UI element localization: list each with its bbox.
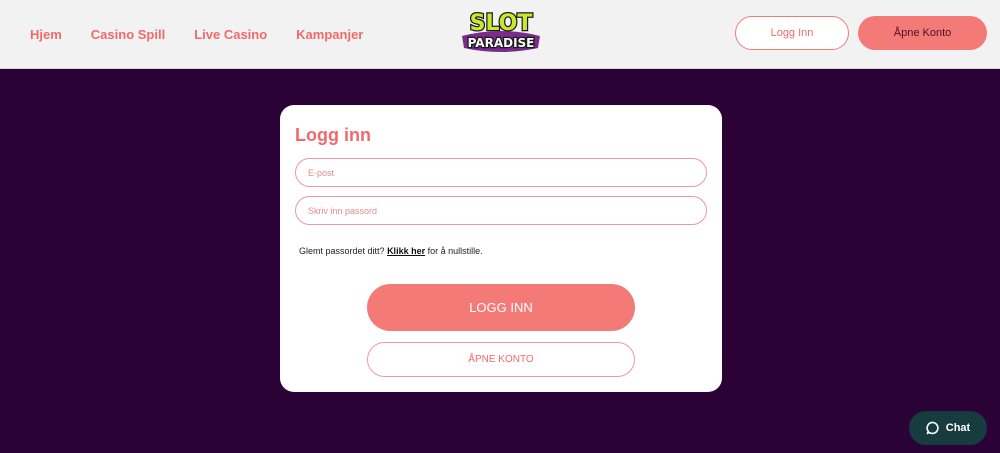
forgot-suffix: for å nullstille. (427, 246, 483, 256)
nav-item-campaigns[interactable]: Kampanjer (296, 27, 363, 42)
slot-paradise-logo[interactable]: SLOT PARADISE (458, 6, 544, 54)
forgot-prefix: Glemt passordet ditt? (299, 246, 385, 256)
forgot-password-text: Glemt passordet ditt? Klikk her for å nu… (299, 246, 483, 256)
login-title: Logg inn (295, 125, 371, 145)
chat-label: Chat (945, 422, 971, 434)
header-login-button[interactable]: Logg Inn (735, 16, 849, 50)
email-input[interactable] (295, 158, 707, 187)
logo-text-slot: SLOT (470, 11, 533, 36)
nav-item-home[interactable]: Hjem (30, 27, 62, 42)
password-input[interactable] (295, 196, 707, 225)
login-card: Logg inn Glemt passordet ditt? Klikk her… (280, 105, 722, 392)
nav-item-casino-games[interactable]: Casino Spill (91, 27, 165, 42)
forgot-password-link[interactable]: Klikk her (387, 246, 425, 256)
chat-bubble-icon (926, 421, 939, 435)
logo-text-paradise: PARADISE (468, 36, 535, 50)
open-account-button[interactable]: ÅPNE KONTO (367, 342, 635, 377)
chat-button[interactable]: Chat (909, 411, 987, 445)
login-submit-button[interactable]: LOGG INN (367, 284, 635, 331)
header-register-button[interactable]: Åpne Konto (858, 16, 987, 50)
site-header: Hjem Casino Spill Live Casino Kampanjer … (0, 0, 1000, 69)
nav-item-live-casino[interactable]: Live Casino (194, 27, 267, 42)
main-nav: Hjem Casino Spill Live Casino Kampanjer (30, 0, 392, 68)
